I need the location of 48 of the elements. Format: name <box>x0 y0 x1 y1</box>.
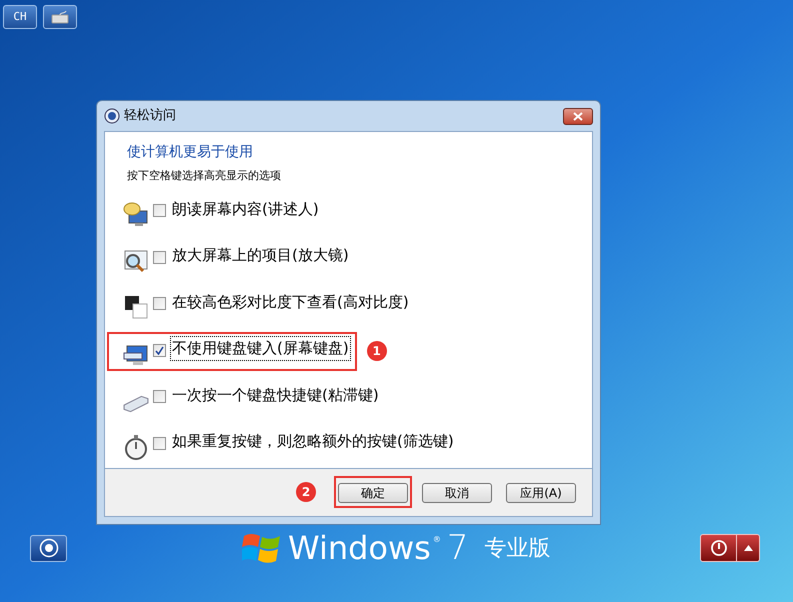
option-checkbox[interactable] <box>153 344 166 356</box>
accessibility-icon <box>104 108 120 124</box>
keyboard-icon <box>51 10 69 24</box>
shutdown-options-button[interactable] <box>737 535 759 561</box>
step-number-badge: 1 <box>366 341 387 362</box>
option-row[interactable]: 放大屏幕上的项目(放大镜) <box>107 239 357 278</box>
dialog-button[interactable]: 确定 <box>338 483 408 503</box>
option-checkbox[interactable] <box>153 250 166 264</box>
registered-mark: ® <box>432 534 441 546</box>
edition-label: 专业版 <box>484 534 550 562</box>
option-row[interactable]: 朗读屏幕内容(讲述人) <box>107 192 327 231</box>
option-label: 不使用键盘键入(屏幕键盘) <box>170 336 351 360</box>
check-icon <box>155 346 164 354</box>
contrast-squares-icon <box>123 294 149 320</box>
dialog-title: 轻松访问 <box>124 107 176 126</box>
option-checkbox[interactable] <box>153 204 166 217</box>
instruction-text: 按下空格键选择高亮显示的选项 <box>127 168 282 184</box>
option-label: 放大屏幕上的项目(放大镜) <box>171 245 350 266</box>
step-number-badge: 2 <box>296 482 316 502</box>
dialog-heading: 使计算机更易于使用 <box>127 143 254 162</box>
speech-monitor-icon <box>123 201 149 227</box>
version-number: 7 <box>446 531 468 565</box>
stopwatch-icon <box>123 434 149 460</box>
option-row[interactable]: 一次按一个键盘快捷键(粘滞键) <box>107 378 387 417</box>
magnifier-icon <box>123 248 149 274</box>
dialog-button[interactable]: 取消 <box>422 483 492 503</box>
option-label: 一次按一个键盘快捷键(粘滞键) <box>171 384 380 406</box>
keyboard-button[interactable] <box>43 5 77 29</box>
close-button[interactable] <box>563 108 593 124</box>
option-row[interactable]: 在较高色彩对比度下查看(高对比度) <box>107 286 417 324</box>
option-row[interactable]: 如果重复按键，则忽略额外的按键(筛选键) <box>107 425 462 464</box>
option-row[interactable]: 不使用键盘键入(屏幕键盘) <box>107 332 357 370</box>
option-label: 在较高色彩对比度下查看(高对比度) <box>171 292 410 312</box>
caret-up-icon <box>744 545 752 551</box>
option-label: 朗读屏幕内容(讲述人) <box>171 198 320 220</box>
option-checkbox[interactable] <box>153 297 166 310</box>
option-checkbox[interactable] <box>153 436 166 450</box>
dialog-button[interactable]: 应用(A) <box>506 483 576 503</box>
option-checkbox[interactable] <box>153 390 166 403</box>
keys-icon <box>123 395 149 413</box>
language-button[interactable]: CH <box>3 5 37 29</box>
ease-of-access-button[interactable] <box>30 534 67 562</box>
accessibility-icon <box>38 538 58 558</box>
close-icon <box>573 112 583 120</box>
shutdown-button[interactable] <box>701 535 737 561</box>
windows-wordmark: Windows <box>288 532 431 564</box>
power-icon <box>710 540 726 556</box>
option-label: 如果重复按键，则忽略额外的按键(筛选键) <box>171 431 455 452</box>
